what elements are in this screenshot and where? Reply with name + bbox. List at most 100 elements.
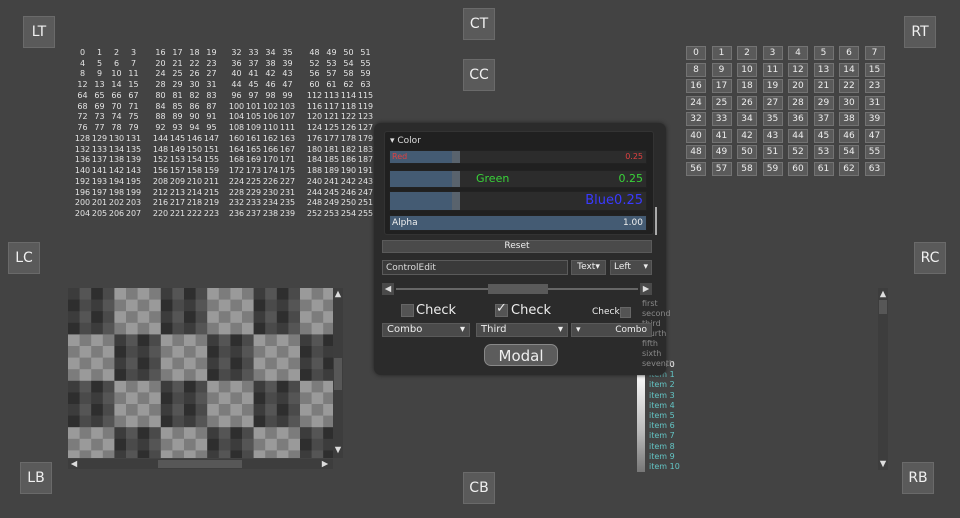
grid-button[interactable]: 6 (839, 46, 859, 60)
combo1[interactable]: Combo ▾ (382, 323, 470, 337)
grid-button[interactable]: 34 (737, 112, 757, 126)
popup-item[interactable]: fifth (642, 339, 672, 349)
grid-button[interactable]: 21 (813, 79, 834, 93)
grid-button[interactable]: 23 (864, 79, 885, 93)
grid-button[interactable]: 37 (813, 112, 834, 126)
arrow-left-icon[interactable] (382, 283, 394, 295)
anchor-rt[interactable]: RT (904, 16, 936, 48)
grid-button[interactable]: 53 (813, 145, 834, 159)
grid-button[interactable]: 61 (813, 161, 834, 176)
grid-button[interactable]: 48 (686, 145, 706, 159)
anchor-rc[interactable]: RC (914, 242, 946, 274)
grid-button[interactable]: 30 (839, 95, 859, 110)
modal-button[interactable]: Modal (484, 344, 558, 366)
list-item[interactable]: item 4 (649, 401, 680, 411)
grid-button[interactable]: 58 (737, 161, 757, 176)
list-item[interactable]: item 7 (649, 431, 680, 441)
anchor-ct[interactable]: CT (463, 8, 495, 40)
grid-button[interactable]: 43 (762, 128, 783, 143)
grid-button[interactable]: 4 (788, 46, 808, 60)
red-slider[interactable]: Red 0.25 (389, 150, 647, 164)
scroll-up-icon[interactable] (334, 290, 342, 298)
green-slider[interactable]: Green 0.25 (389, 170, 647, 188)
check1-box[interactable] (401, 304, 414, 317)
text-dropdown[interactable]: Text▾ (571, 260, 606, 275)
anchor-cc[interactable]: CC (463, 59, 495, 91)
grid-button[interactable]: 7 (864, 46, 885, 60)
grid-button[interactable]: 2 (737, 46, 757, 60)
scroll-right-icon[interactable] (321, 460, 329, 468)
grid-button[interactable]: 32 (686, 112, 706, 126)
grid-button[interactable]: 24 (686, 95, 706, 110)
grid-button[interactable]: 54 (839, 145, 859, 159)
grid-button[interactable]: 17 (711, 79, 732, 93)
grid-button[interactable]: 27 (762, 95, 783, 110)
anchor-lt[interactable]: LT (23, 16, 55, 48)
align-dropdown[interactable]: Left ▾ (610, 260, 652, 275)
grid-button[interactable]: 47 (864, 128, 885, 143)
grid-button[interactable]: 49 (711, 145, 732, 159)
grid-button[interactable]: 36 (788, 112, 808, 126)
list-item[interactable]: item 10 (649, 462, 680, 472)
grid-button[interactable]: 63 (864, 161, 885, 176)
grid-button[interactable]: 12 (788, 62, 808, 77)
grid-button[interactable]: 15 (864, 62, 885, 77)
slider-thumb[interactable] (488, 284, 548, 294)
anchor-rb[interactable]: RB (902, 462, 934, 494)
grid-button[interactable]: 0 (686, 46, 706, 60)
grid-button[interactable]: 3 (762, 46, 783, 60)
inner-scrollbar[interactable] (655, 207, 657, 235)
scroll-left-icon[interactable] (70, 460, 78, 468)
anchor-cb[interactable]: CB (463, 472, 495, 504)
popup-item[interactable]: second (642, 309, 672, 319)
check2-box[interactable]: ✓ (495, 301, 508, 317)
grid-button[interactable]: 45 (813, 128, 834, 143)
color-section-header[interactable]: ▾ Color (390, 136, 421, 146)
grid-button[interactable]: 10 (737, 62, 757, 77)
grid-button[interactable]: 26 (737, 95, 757, 110)
grid-button[interactable]: 13 (813, 62, 834, 77)
grid-button[interactable]: 52 (788, 145, 808, 159)
anchor-lc[interactable]: LC (8, 242, 40, 274)
grid-button[interactable]: 8 (686, 62, 706, 77)
grid-button[interactable]: 31 (864, 95, 885, 110)
check3-box[interactable] (620, 307, 631, 318)
grid-button[interactable]: 56 (686, 161, 706, 176)
horizontal-scrollbar[interactable] (68, 459, 333, 469)
grid-button[interactable]: 41 (711, 128, 732, 143)
scroll-down-icon[interactable] (879, 460, 887, 468)
right-vertical-scrollbar[interactable] (878, 288, 888, 470)
grid-button[interactable]: 39 (864, 112, 885, 126)
popup-item[interactable]: first (642, 299, 672, 309)
scroll-thumb[interactable] (879, 300, 887, 314)
popup-item[interactable]: seventh (642, 359, 674, 369)
list-item[interactable]: item 8 (649, 442, 680, 452)
grid-button[interactable]: 11 (762, 62, 783, 77)
grid-button[interactable]: 5 (813, 46, 834, 60)
grid-button[interactable]: 29 (813, 95, 834, 110)
vertical-scrollbar[interactable] (333, 288, 343, 458)
popup-item[interactable]: sixth (642, 349, 672, 359)
grid-button[interactable]: 35 (762, 112, 783, 126)
grid-button[interactable]: 1 (711, 46, 732, 60)
grid-button[interactable]: 9 (711, 62, 732, 77)
alpha-slider[interactable]: Alpha 1.00 (389, 215, 647, 231)
grid-button[interactable]: 38 (839, 112, 859, 126)
grid-button[interactable]: 57 (711, 161, 732, 176)
scroll-up-icon[interactable] (879, 290, 887, 298)
grid-button[interactable]: 59 (762, 161, 783, 176)
grid-button[interactable]: 14 (839, 62, 859, 77)
arrow-right-icon[interactable] (640, 283, 652, 295)
blue-slider[interactable]: Blue0.25 (389, 191, 647, 211)
grid-button[interactable]: 51 (762, 145, 783, 159)
anchor-lb[interactable]: LB (20, 462, 52, 494)
grid-button[interactable]: 18 (737, 79, 757, 93)
grid-button[interactable]: 25 (711, 95, 732, 110)
list-item[interactable]: item 3 (649, 391, 680, 401)
grid-button[interactable]: 44 (788, 128, 808, 143)
grid-button[interactable]: 20 (788, 79, 808, 93)
list-item[interactable]: item 9 (649, 452, 680, 462)
control-edit-field[interactable]: ControlEdit (382, 260, 568, 275)
grid-button[interactable]: 42 (737, 128, 757, 143)
grid-button[interactable]: 46 (839, 128, 859, 143)
